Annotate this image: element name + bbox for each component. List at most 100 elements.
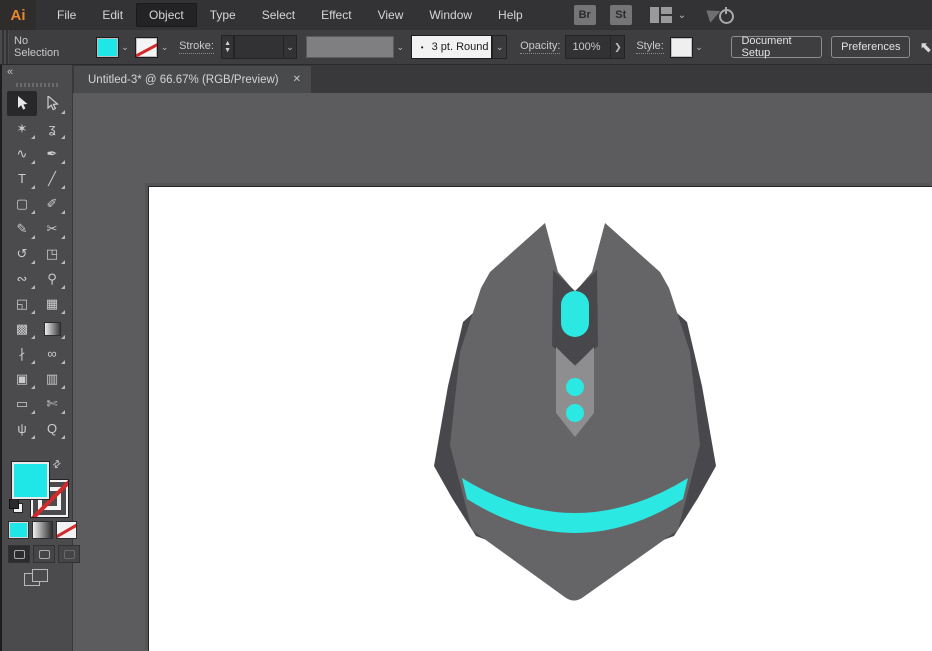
tool-rectangle-tool[interactable]: ▢ bbox=[7, 191, 37, 216]
tool-hand-tool[interactable]: ψ bbox=[7, 416, 37, 441]
tool-slice-tool[interactable]: ✄ bbox=[37, 391, 67, 416]
flyout-corner-icon bbox=[31, 235, 35, 239]
tool-eyedropper-tool[interactable]: ∤ bbox=[7, 341, 37, 366]
menu-bar: Ai File Edit Object Type Select Effect View Win… bbox=[0, 0, 932, 30]
fill-indicator-swatch[interactable] bbox=[11, 461, 50, 500]
tool-zoom-tool[interactable]: Q bbox=[37, 416, 67, 441]
opacity-label[interactable]: Opacity: bbox=[520, 40, 561, 54]
flyout-corner-icon bbox=[61, 410, 65, 414]
stroke-width-chevron-icon[interactable]: ⌄ bbox=[283, 35, 298, 59]
draw-behind-button[interactable] bbox=[33, 545, 55, 563]
style-chevron-icon[interactable]: ⌄ bbox=[693, 38, 706, 57]
flyout-corner-icon bbox=[61, 310, 65, 314]
preferences-button[interactable]: Preferences bbox=[831, 36, 911, 58]
brush-definition-dropdown[interactable]: • 3 pt. Round bbox=[410, 35, 493, 59]
tool-selection-tool[interactable] bbox=[7, 91, 37, 116]
document-setup-button[interactable]: Document Setup bbox=[731, 35, 823, 59]
chevron-down-icon[interactable]: ⌄ bbox=[678, 10, 686, 21]
flyout-corner-icon bbox=[61, 260, 65, 264]
scale-tool-icon: ◳ bbox=[45, 245, 59, 261]
left-edge-strip bbox=[0, 64, 2, 651]
flyout-corner-icon bbox=[61, 385, 65, 389]
mouse-illustration[interactable] bbox=[148, 186, 932, 651]
mouse-dpi-dot-1[interactable] bbox=[566, 378, 584, 396]
tool-paintbrush-tool[interactable]: ✐ bbox=[37, 191, 67, 216]
close-icon[interactable]: ✕ bbox=[293, 74, 301, 85]
tool-lasso-tool[interactable]: ʓ bbox=[37, 116, 67, 141]
width-profile-dropdown bbox=[306, 36, 394, 58]
opacity-flyout-icon[interactable]: ❯ bbox=[611, 35, 626, 59]
tool-curvature-tool[interactable]: ∿ bbox=[7, 141, 37, 166]
menu-item-help[interactable]: Help bbox=[485, 3, 536, 27]
menu-item-select[interactable]: Select bbox=[249, 3, 308, 27]
stroke-color-swatch[interactable] bbox=[135, 36, 159, 58]
align-panel-icon[interactable]: ⬉ bbox=[919, 38, 932, 56]
tool-puppet-warp-tool[interactable]: ⚲ bbox=[37, 266, 67, 291]
tool-blend-tool[interactable]: ∞ bbox=[37, 341, 67, 366]
paintbrush-tool-icon: ✐ bbox=[46, 195, 58, 211]
tool-line-segment-tool[interactable]: ╱ bbox=[37, 166, 67, 191]
style-label[interactable]: Style: bbox=[636, 40, 664, 54]
gpu-performance-icon[interactable] bbox=[706, 5, 735, 25]
panel-drag-grip[interactable] bbox=[16, 83, 58, 87]
artboard-tool-icon: ▭ bbox=[15, 395, 29, 411]
type-tool-icon: T bbox=[18, 171, 26, 186]
tool-symbol-sprayer-tool[interactable]: ▣ bbox=[7, 366, 37, 391]
tool-magic-wand-tool[interactable]: ✶ bbox=[7, 116, 37, 141]
tool-direct-selection-tool[interactable] bbox=[37, 91, 67, 116]
menu-item-file[interactable]: File bbox=[44, 3, 89, 27]
gradient-button[interactable] bbox=[32, 521, 53, 539]
tool-pencil-tool[interactable]: ✎ bbox=[7, 216, 37, 241]
brush-chevron-icon[interactable]: ⌄ bbox=[492, 35, 508, 59]
shape-builder-tool-icon: ◱ bbox=[15, 295, 29, 311]
fill-dropdown-chevron-icon[interactable]: ⌄ bbox=[119, 38, 132, 57]
tool-mesh-tool[interactable]: ▩ bbox=[7, 316, 37, 341]
menu-item-type[interactable]: Type bbox=[197, 3, 249, 27]
fill-color-swatch[interactable] bbox=[95, 36, 119, 58]
stroke-dropdown-chevron-icon[interactable]: ⌄ bbox=[158, 38, 171, 57]
screen-mode-button[interactable] bbox=[24, 569, 50, 589]
swap-fill-stroke-icon[interactable]: ⇄ bbox=[50, 458, 63, 472]
tool-pen-tool[interactable]: ✒ bbox=[37, 141, 67, 166]
tool-type-tool[interactable]: T bbox=[7, 166, 37, 191]
tool-scissors-tool[interactable]: ✂ bbox=[37, 216, 67, 241]
control-bar-grip[interactable] bbox=[0, 30, 9, 64]
mouse-dpi-dot-2[interactable] bbox=[566, 404, 584, 422]
tool-column-graph-tool[interactable]: ▥ bbox=[37, 366, 67, 391]
rotate-tool-icon: ↺ bbox=[16, 245, 28, 261]
tool-perspective-grid-tool[interactable]: ▦ bbox=[37, 291, 67, 316]
none-button[interactable] bbox=[56, 521, 77, 539]
menu-item-view[interactable]: View bbox=[365, 3, 417, 27]
workspace-switcher-icon[interactable] bbox=[649, 7, 672, 23]
opacity-field[interactable]: 100% bbox=[565, 35, 612, 59]
stroke-label[interactable]: Stroke: bbox=[179, 40, 214, 54]
stroke-width-stepper[interactable]: ▲ ▼ bbox=[220, 35, 235, 59]
menu-item-edit[interactable]: Edit bbox=[89, 3, 136, 27]
menu-item-object[interactable]: Object bbox=[136, 3, 197, 27]
tools-panel: « ✶ ʓ ∿ ✒ T ╱ ▢ ✐ ✎ ✂ ↺ ◳ ∾ ⚲ ◱ ▦ ▩ ∤ ∞ ▣ ▥ ▭ ✄ ψ Q ⇄ bbox=[2, 64, 80, 651]
tool-rotate-tool[interactable]: ↺ bbox=[7, 241, 37, 266]
collapse-panel-icon[interactable]: « bbox=[7, 66, 13, 78]
slice-tool-icon: ✄ bbox=[46, 395, 58, 411]
stroke-width-field[interactable] bbox=[234, 35, 284, 59]
fill-stroke-indicator: ⇄ bbox=[2, 458, 72, 519]
default-fill-stroke-icon[interactable] bbox=[9, 499, 23, 513]
draw-normal-button[interactable] bbox=[8, 545, 30, 563]
tool-gradient-tool[interactable] bbox=[37, 316, 67, 341]
stock-button[interactable]: St bbox=[609, 5, 632, 25]
draw-inside-button bbox=[58, 545, 80, 563]
document-tab[interactable]: Untitled-3* @ 66.67% (RGB/Preview) ✕ bbox=[74, 66, 312, 93]
color-button[interactable] bbox=[8, 521, 29, 539]
menu-item-effect[interactable]: Effect bbox=[308, 3, 364, 27]
rectangle-tool-icon: ▢ bbox=[15, 195, 29, 211]
bridge-button[interactable]: Br bbox=[573, 5, 596, 25]
brush-bullet-icon: • bbox=[420, 42, 424, 52]
mouse-scroll-wheel[interactable] bbox=[561, 291, 589, 337]
graph-tool-icon: ▥ bbox=[45, 370, 59, 386]
menu-item-window[interactable]: Window bbox=[416, 3, 485, 27]
style-swatch[interactable] bbox=[669, 36, 693, 58]
tool-width-tool[interactable]: ∾ bbox=[7, 266, 37, 291]
tool-artboard-tool[interactable]: ▭ bbox=[7, 391, 37, 416]
tool-scale-tool[interactable]: ◳ bbox=[37, 241, 67, 266]
tool-shape-builder-tool[interactable]: ◱ bbox=[7, 291, 37, 316]
